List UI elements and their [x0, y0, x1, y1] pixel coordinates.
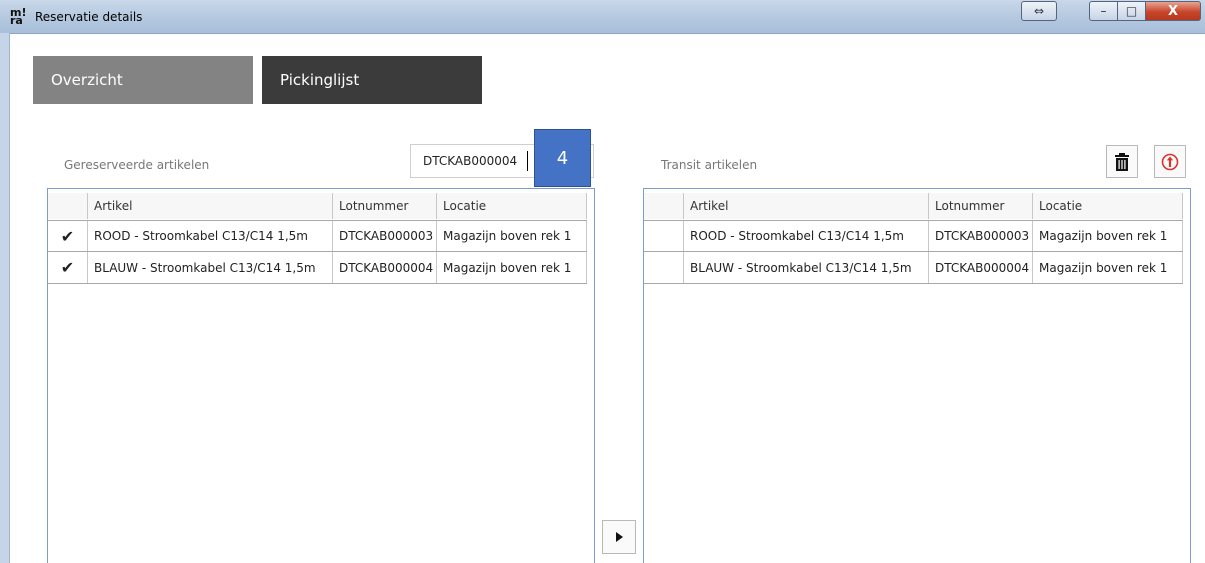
- tab-pickinglijst-label: Pickinglijst: [280, 71, 360, 89]
- cell-locatie: Magazijn boven rek 1: [1033, 221, 1183, 251]
- step-badge: 4: [534, 129, 591, 187]
- play-arrow-icon: [616, 532, 623, 542]
- text-caret: [527, 151, 528, 171]
- column-header-artikel[interactable]: Artikel: [88, 193, 333, 219]
- cell-artikel: ROOD - Stroomkabel C13/C14 1,5m: [684, 221, 929, 251]
- row-selector[interactable]: [644, 221, 684, 251]
- transit-articles-grid: Artikel Lotnummer Locatie ROOD - Stroomk…: [643, 188, 1191, 563]
- reserved-articles-grid: Artikel Lotnummer Locatie ✔ ROOD - Stroo…: [47, 188, 595, 563]
- tab-pickinglijst[interactable]: Pickinglijst: [262, 56, 482, 104]
- cell-locatie: Magazijn boven rek 1: [437, 221, 587, 251]
- check-icon[interactable]: ✔: [48, 221, 88, 251]
- column-header-check[interactable]: [644, 193, 684, 219]
- close-button[interactable]: X: [1145, 1, 1201, 21]
- trash-icon: [1115, 152, 1129, 171]
- move-to-transit-button[interactable]: [602, 520, 636, 554]
- table-row[interactable]: ROOD - Stroomkabel C13/C14 1,5m DTCKAB00…: [644, 220, 1183, 252]
- cell-lotnummer: DTCKAB000004: [929, 252, 1033, 283]
- check-icon[interactable]: ✔: [48, 252, 88, 283]
- table-row[interactable]: ✔ ROOD - Stroomkabel C13/C14 1,5m DTCKAB…: [48, 220, 587, 252]
- tab-overzicht-label: Overzicht: [51, 71, 123, 89]
- app-logo-icon: m! ra: [10, 6, 27, 27]
- transit-articles-label: Transit artikelen: [661, 158, 758, 172]
- resize-button[interactable]: ⇔: [1021, 1, 1057, 21]
- cell-lotnummer: DTCKAB000003: [333, 221, 437, 251]
- reserved-articles-label: Gereserveerde artikelen: [64, 158, 210, 172]
- column-header-check[interactable]: [48, 193, 88, 219]
- column-header-artikel[interactable]: Artikel: [684, 193, 929, 219]
- tab-overzicht[interactable]: Overzicht: [33, 56, 253, 104]
- table-row[interactable]: ✔ BLAUW - Stroomkabel C13/C14 1,5m DTCKA…: [48, 252, 587, 284]
- window-title: Reservatie details: [35, 10, 143, 24]
- cell-artikel: ROOD - Stroomkabel C13/C14 1,5m: [88, 221, 333, 251]
- cell-lotnummer: DTCKAB000003: [929, 221, 1033, 251]
- title-bar[interactable]: m! ra Reservatie details ⇔ – □ X: [0, 0, 1205, 34]
- cell-locatie: Magazijn boven rek 1: [437, 252, 587, 283]
- minimize-button[interactable]: –: [1089, 1, 1118, 21]
- upload-icon: [1161, 153, 1179, 170]
- table-row[interactable]: BLAUW - Stroomkabel C13/C14 1,5m DTCKAB0…: [644, 252, 1183, 284]
- column-header-lotnummer[interactable]: Lotnummer: [333, 193, 437, 219]
- reservation-details-window: m! ra Reservatie details ⇔ – □ X Overzich…: [0, 0, 1205, 563]
- grid-header: Artikel Lotnummer Locatie: [48, 193, 587, 219]
- maximize-button[interactable]: □: [1117, 1, 1146, 21]
- column-header-locatie[interactable]: Locatie: [437, 193, 587, 219]
- window-left-border: [0, 33, 10, 563]
- grid-header: Artikel Lotnummer Locatie: [644, 193, 1183, 219]
- column-header-lotnummer[interactable]: Lotnummer: [929, 193, 1033, 219]
- column-header-locatie[interactable]: Locatie: [1033, 193, 1183, 219]
- upload-button[interactable]: [1154, 145, 1186, 178]
- cell-locatie: Magazijn boven rek 1: [1033, 252, 1183, 283]
- cell-lotnummer: DTCKAB000004: [333, 252, 437, 283]
- cell-artikel: BLAUW - Stroomkabel C13/C14 1,5m: [88, 252, 333, 283]
- row-selector[interactable]: [644, 252, 684, 283]
- cell-artikel: BLAUW - Stroomkabel C13/C14 1,5m: [684, 252, 929, 283]
- delete-button[interactable]: [1106, 145, 1138, 178]
